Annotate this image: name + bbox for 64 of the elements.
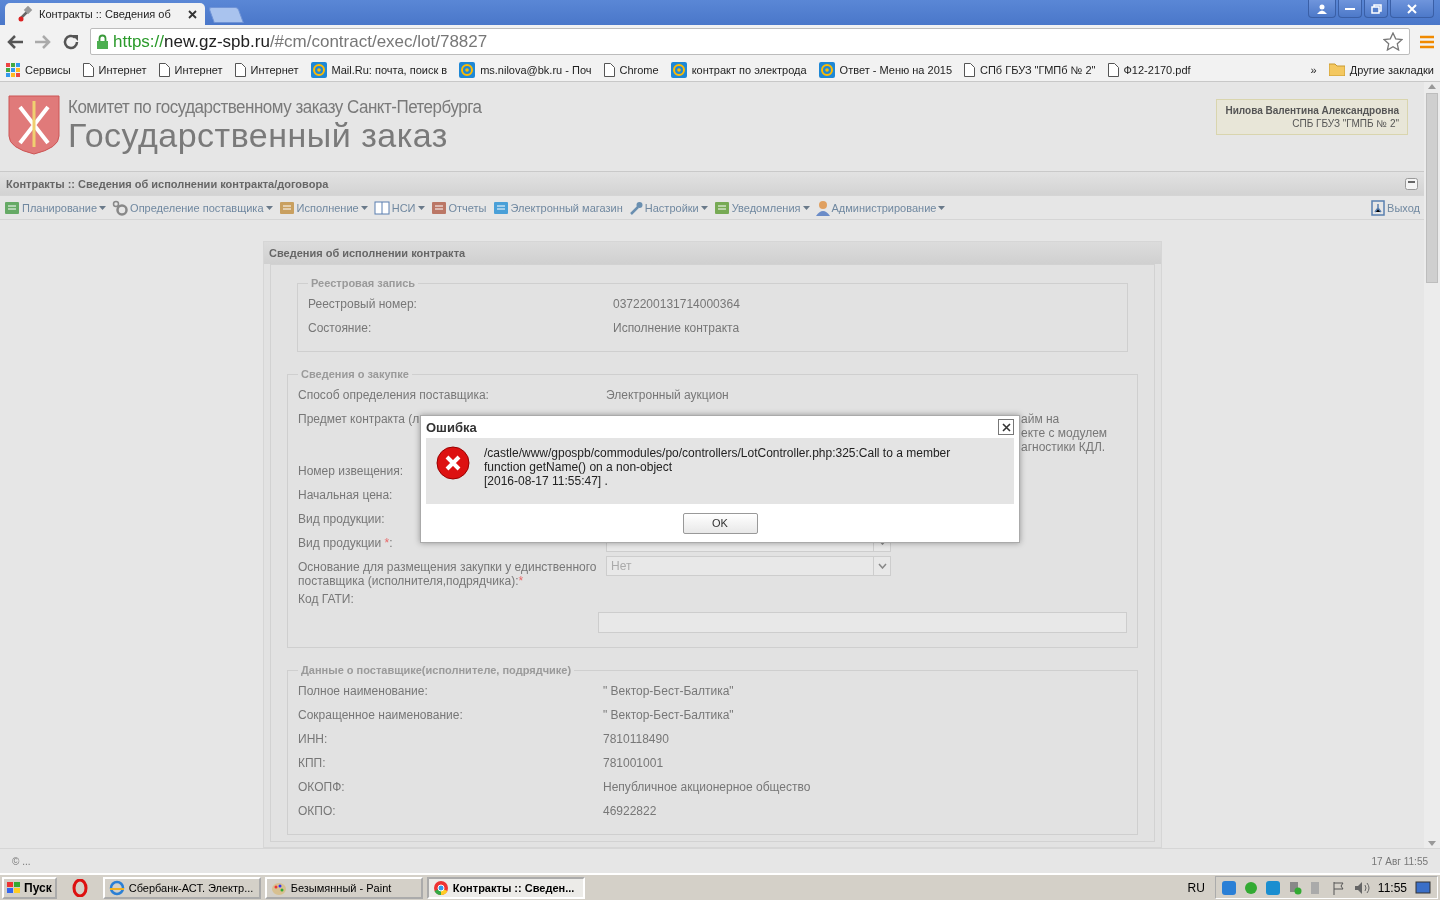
status-date: 17 Авг 11:55 xyxy=(1371,855,1428,867)
bookmark-folder[interactable]: Другие закладки xyxy=(1328,63,1434,76)
committee-name: Комитет по государственному заказу Санкт-Петербурга xyxy=(68,96,483,118)
address-field[interactable]: https://new.gz-spb.ru/#cm/contract/exec/lot/78827 xyxy=(90,28,1410,55)
field-label: Сокращенное наименование: xyxy=(298,708,463,722)
field-value: 46922822 xyxy=(603,804,657,818)
browser-tab[interactable]: Контракты :: Сведения об xyxy=(5,3,205,25)
field-value: " Вектор-Бест-Балтика" xyxy=(603,684,734,698)
bookmark[interactable]: Mail.Ru: почта, поиск в xyxy=(310,61,448,78)
field-label: Состояние: xyxy=(308,321,372,335)
field-label: Начальная цена: xyxy=(298,488,393,502)
bookmark[interactable]: Сервисы xyxy=(6,62,71,77)
dialog-title: Ошибка xyxy=(426,419,477,435)
bookmark[interactable]: ms.nilova@bk.ru - Поч xyxy=(459,61,592,78)
field-value: " Вектор-Бест-Балтика" xyxy=(603,708,734,722)
field-value: айм на xyxy=(1021,412,1061,426)
field-label: Реестровый номер: xyxy=(308,297,417,311)
field-label: КПП: xyxy=(298,756,326,770)
field-label: Основание для размещения закупки у единственного поставщика (исполнителя,подрядчика):* xyxy=(298,560,598,588)
field-value: Непубличное акционерное общество xyxy=(603,780,811,794)
field-label: Способ определения поставщика: xyxy=(298,388,489,402)
start-button[interactable]: Пуск xyxy=(2,876,57,899)
bookmark[interactable]: контракт по электрода xyxy=(670,61,807,78)
field-label: Полное наименование: xyxy=(298,684,428,698)
field-value: Исполнение контракта xyxy=(613,321,740,335)
site-title: Государственный заказ xyxy=(68,117,448,153)
field-label: Предмет контракта (л xyxy=(298,412,420,426)
user-name: Нилова Валентина Александровна xyxy=(1225,105,1399,116)
field-label: Вид продукции: xyxy=(298,512,385,526)
taskbar-button[interactable]: Безымянный - Paint xyxy=(264,876,423,899)
field-label: ИНН: xyxy=(298,732,328,746)
bookmark[interactable]: Интернет xyxy=(158,62,223,77)
error-message: /castle/www/gpospb/commodules/po/controllers/LotController.php:325:Call to a member function getName() on a non-object [2016-08-17 11:55:47] . xyxy=(484,446,951,490)
user-organization: СПБ ГБУЗ "ГМПБ № 2" xyxy=(1292,118,1399,129)
field-label: Код ГАТИ: xyxy=(298,592,354,606)
copyright-text: © ... xyxy=(12,855,31,867)
section-legend: Данные о поставщике(исполнителе, подрядчике) xyxy=(298,664,575,676)
more-bookmarks-button[interactable]: » xyxy=(1310,63,1317,76)
taskbar-button[interactable]: Сбербанк-АСТ. Электр... xyxy=(102,876,261,899)
language-indicator[interactable]: RU xyxy=(1187,880,1205,895)
field-value: 0372200131714000364 xyxy=(613,297,740,311)
panel-title: Сведения об исполнении контракта xyxy=(264,242,1161,264)
section-legend: Сведения о закупке xyxy=(298,368,412,380)
bookmark[interactable]: Ответ - Меню на 2015 xyxy=(818,61,952,78)
clock: 11:55 xyxy=(1377,880,1407,895)
bookmark[interactable]: Chrome xyxy=(603,62,659,77)
page-breadcrumb: Контракты :: Сведения об исполнении контракта/договора xyxy=(6,177,329,190)
bookmark[interactable]: Интернет xyxy=(82,62,147,77)
field-value: Электронный аукцион xyxy=(606,388,729,402)
field-label: Номер извещения: xyxy=(298,464,403,478)
field-label: ОКОПФ: xyxy=(298,780,345,794)
bookmark[interactable]: Интернет xyxy=(234,62,299,77)
field-value: агностики КДЛ. xyxy=(1021,440,1107,454)
ok-button[interactable]: OK xyxy=(682,512,758,534)
section-legend: Реестровая запись xyxy=(308,277,419,289)
field-label: ОКПО: xyxy=(298,804,336,818)
field-value: 781001001 xyxy=(603,756,664,770)
bookmark[interactable]: Ф12-2170.pdf xyxy=(1107,62,1191,77)
field-value: 7810118490 xyxy=(603,732,669,746)
tab-title: Контракты :: Сведения об xyxy=(39,8,172,20)
field-label: Вид продукции *: xyxy=(298,536,393,550)
bookmark[interactable]: СПб ГБУЗ "ГМПб № 2" xyxy=(964,62,1096,77)
field-value: екте с модулем xyxy=(1021,426,1108,440)
taskbar-button[interactable]: Контракты :: Сведен... xyxy=(426,876,585,899)
